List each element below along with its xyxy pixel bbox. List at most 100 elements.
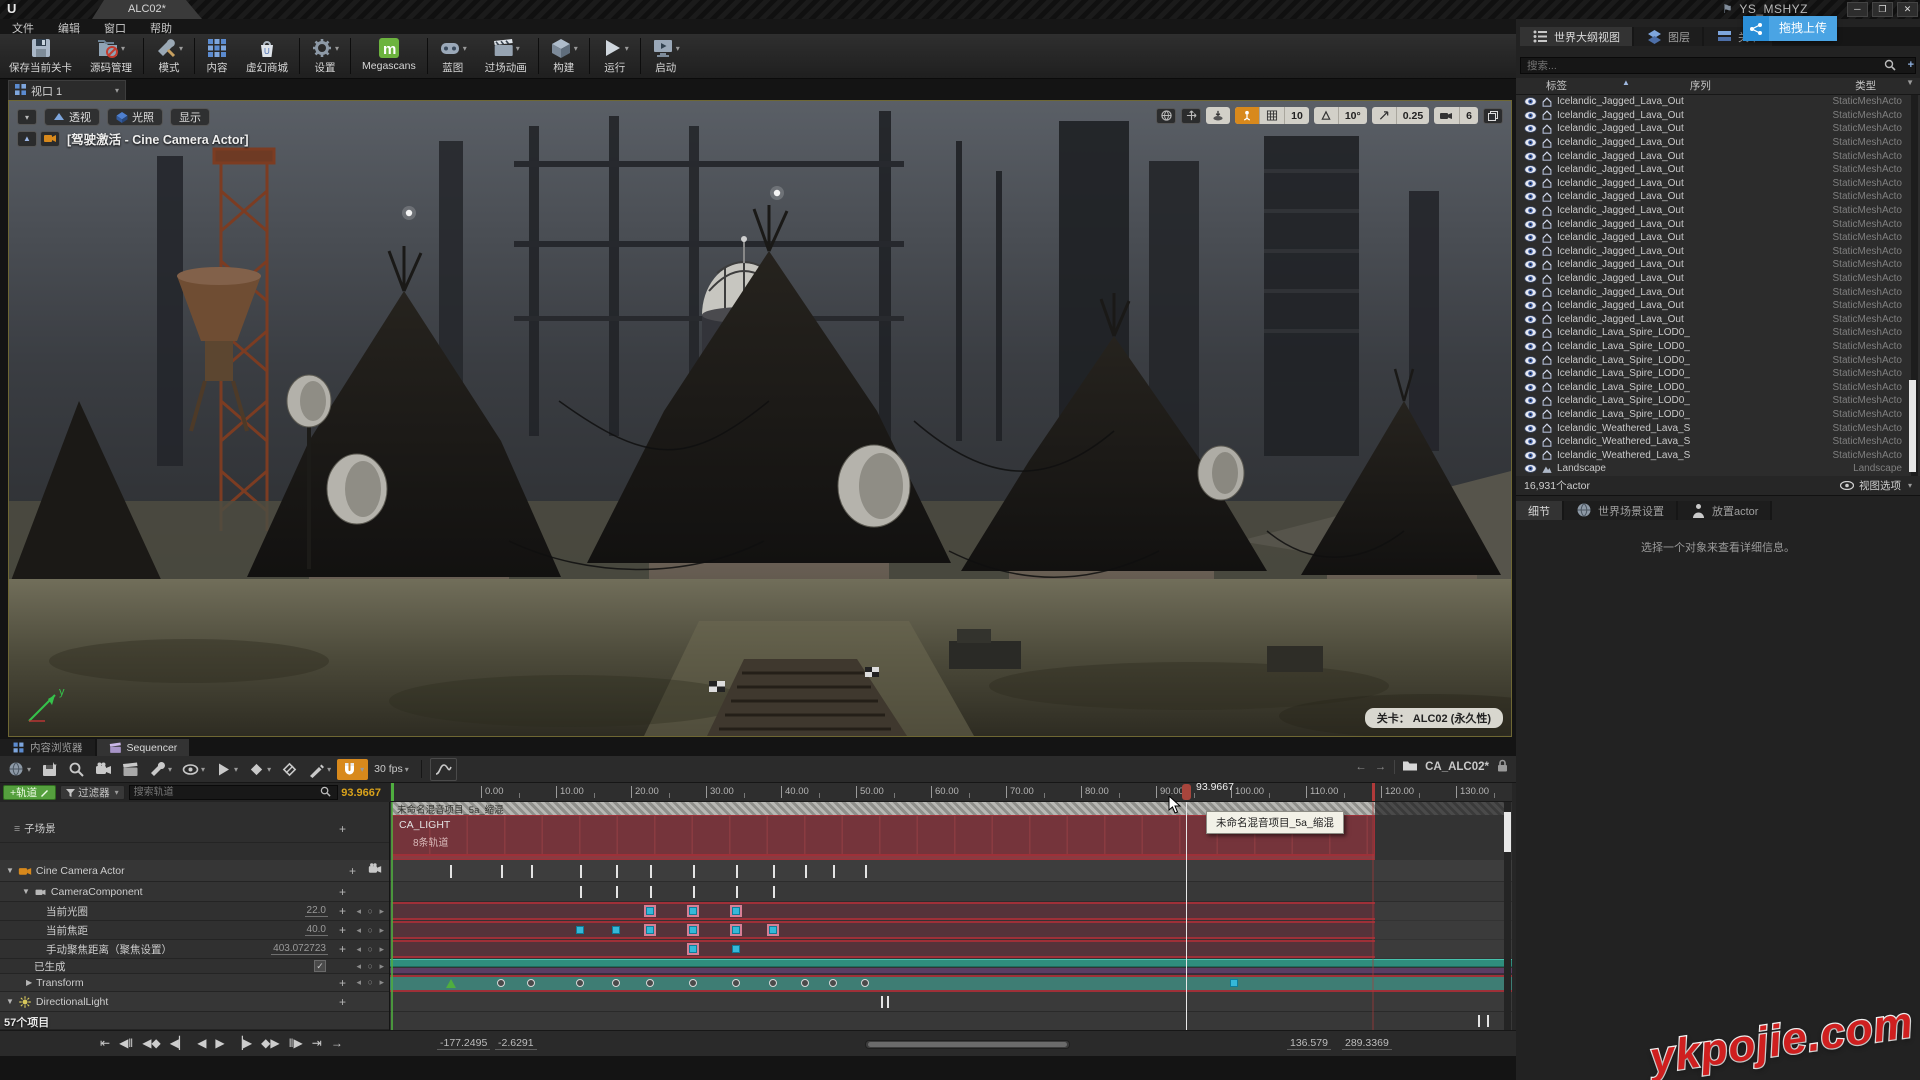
outliner-row[interactable]: Icelandic_Jagged_Lava_Out StaticMeshActo	[1516, 299, 1920, 313]
chevron-down-icon[interactable]: ▾	[574, 44, 578, 53]
outliner-row[interactable]: Landscape Landscape	[1516, 462, 1920, 476]
chevron-down-icon[interactable]: ▾	[625, 44, 629, 53]
outliner-row[interactable]: Icelandic_Jagged_Lava_Out StaticMeshActo	[1516, 190, 1920, 204]
toolbar-button-market[interactable]: U虚幻商城	[237, 34, 297, 78]
chevron-down-icon[interactable]: ▾	[676, 44, 680, 53]
world-space-icon[interactable]	[1156, 108, 1176, 124]
add-track-button[interactable]: +轨道	[3, 785, 56, 800]
seq-tool-eye[interactable]: ▾	[178, 759, 209, 780]
visibility-eye-icon[interactable]	[1524, 136, 1537, 149]
keyframe-tick[interactable]	[773, 865, 775, 878]
back-arrow-icon[interactable]: ←	[1355, 761, 1367, 773]
visibility-eye-icon[interactable]	[1524, 449, 1537, 462]
keyframe-tick[interactable]	[616, 886, 618, 898]
outliner-row[interactable]: Icelandic_Jagged_Lava_Out StaticMeshActo	[1516, 285, 1920, 299]
grid-icon[interactable]	[1259, 107, 1284, 124]
seq-tool-magnet[interactable]: ▾	[337, 759, 368, 780]
visibility-eye-icon[interactable]	[1524, 218, 1537, 231]
track-aperture[interactable]: 当前光圈22.0+◂ ○ ▸	[0, 902, 390, 921]
keyframe-tick[interactable]	[881, 996, 883, 1008]
seq-tool-curve-editor[interactable]	[430, 758, 457, 781]
visibility-eye-icon[interactable]	[1524, 122, 1537, 135]
visibility-eye-icon[interactable]	[1524, 340, 1537, 353]
outliner-row[interactable]: Icelandic_Jagged_Lava_Out StaticMeshActo	[1516, 204, 1920, 218]
outliner-row[interactable]: Icelandic_Jagged_Lava_Out StaticMeshActo	[1516, 109, 1920, 123]
transform-row[interactable]	[390, 975, 1512, 992]
keyframe-key[interactable]	[689, 907, 697, 915]
add-icon[interactable]: +	[339, 923, 346, 937]
outliner-row[interactable]: Icelandic_Jagged_Lava_Out StaticMeshActo	[1516, 258, 1920, 272]
camera-cuts-row[interactable]	[390, 860, 1512, 882]
add-icon[interactable]: +	[339, 904, 346, 918]
drag-upload-badge[interactable]: 拖拽上传	[1743, 16, 1837, 41]
transport-prev-frame[interactable]: ◀▏	[170, 1036, 188, 1050]
visibility-eye-icon[interactable]	[1524, 299, 1537, 312]
keyframe-tick[interactable]	[450, 865, 452, 878]
outliner-row[interactable]: Icelandic_Jagged_Lava_Out StaticMeshActo	[1516, 231, 1920, 245]
translate-snap-button[interactable]	[1235, 107, 1259, 124]
angle-snap-value[interactable]: 10°	[1338, 107, 1367, 124]
outliner-scroll-thumb[interactable]	[1909, 380, 1916, 472]
keyframe-tick[interactable]	[693, 865, 695, 878]
chevron-down-icon[interactable]: ▾	[516, 44, 520, 53]
keyframe-circle[interactable]	[646, 979, 654, 987]
transport-jump-to-front[interactable]: ⇤	[100, 1036, 110, 1050]
lock-icon[interactable]	[1497, 759, 1508, 775]
toolbar-button-clapper[interactable]: ▾过场动画	[476, 34, 536, 78]
keyframe-circle[interactable]	[576, 979, 584, 987]
outliner-row[interactable]: Icelandic_Jagged_Lava_Out StaticMeshActo	[1516, 177, 1920, 191]
visibility-eye-icon[interactable]	[1524, 245, 1537, 258]
keyframe-key[interactable]	[576, 926, 584, 934]
toolbar-button-floppy[interactable]: 保存当前关卡	[0, 34, 81, 78]
key-nav[interactable]: ◂ ○ ▸	[357, 944, 386, 955]
visibility-eye-icon[interactable]	[1524, 109, 1537, 122]
track-dirlight[interactable]: ▼DirectionalLight+	[0, 992, 390, 1012]
track-focal[interactable]: 当前焦距40.0+◂ ○ ▸	[0, 921, 390, 940]
keyframe-key[interactable]	[769, 926, 777, 934]
maximize-viewport-icon[interactable]	[1483, 108, 1503, 124]
visibility-eye-icon[interactable]	[1524, 163, 1537, 176]
keyframe-key[interactable]	[612, 926, 620, 934]
add-icon[interactable]: +	[339, 942, 346, 956]
column-label[interactable]: 标签	[1516, 78, 1636, 94]
outliner-tab-图层[interactable]: 图层	[1634, 27, 1702, 46]
sequencer-tab-Sequencer[interactable]: Sequencer	[97, 739, 190, 756]
sequencer-tab-内容浏览器[interactable]: 内容浏览器	[0, 739, 95, 756]
chevron-down-icon[interactable]: ▾	[335, 44, 339, 53]
section-start-triangle[interactable]	[446, 979, 456, 988]
transport-next-frame[interactable]: ▕▶	[234, 1036, 252, 1050]
viewport[interactable]: ▾ 透视 光照 显示 ▲ [驾驶激活 - Cine Camera Actor]	[8, 100, 1512, 737]
keyframe-tick[interactable]	[887, 996, 889, 1008]
perspective-button[interactable]: 透视	[44, 108, 100, 126]
focal-row-section[interactable]	[392, 921, 1375, 939]
keyframe-tick[interactable]	[616, 865, 618, 878]
add-icon[interactable]: +	[339, 976, 346, 990]
keyframe-tick[interactable]	[580, 886, 582, 898]
playback-range-end[interactable]	[1372, 783, 1375, 802]
column-type[interactable]: 类型	[1855, 78, 1876, 94]
track-subscenes[interactable]: ≡子场景+	[0, 815, 390, 843]
keyframe-tick[interactable]	[1478, 1015, 1480, 1027]
outliner-row[interactable]: Icelandic_Jagged_Lava_Out StaticMeshActo	[1516, 217, 1920, 231]
keyframe-key[interactable]	[689, 945, 697, 953]
keyframe-tick[interactable]	[501, 865, 503, 878]
keyframe-area[interactable]: 未命名混音项目_5a_缩混CA_LIGHT8条轨道	[390, 802, 1512, 1030]
seq-tool-diamond[interactable]: ▾	[244, 759, 275, 780]
working-range-start[interactable]: -177.2495	[437, 1037, 490, 1050]
outliner-row[interactable]: Icelandic_Lava_Spire_LOD0_ StaticMeshAct…	[1516, 394, 1920, 408]
view-range-end[interactable]: 136.579	[1287, 1037, 1331, 1050]
viewport-tab[interactable]: 视口 1 ▾	[8, 80, 126, 100]
visibility-eye-icon[interactable]	[1524, 258, 1537, 271]
type-filter-icon[interactable]: ▼	[1906, 78, 1914, 94]
focus-value[interactable]: 403.072723	[271, 943, 328, 955]
visibility-eye-icon[interactable]	[1524, 190, 1537, 203]
transport-next-key[interactable]: ◆▶	[261, 1036, 279, 1050]
scale-snap-icon[interactable]	[1372, 107, 1396, 124]
toolbar-button-content[interactable]: 内容	[197, 34, 237, 78]
outliner-scrollbar[interactable]	[1911, 95, 1918, 476]
add-icon[interactable]: +	[339, 822, 346, 836]
outliner-row[interactable]: Icelandic_Jagged_Lava_Out StaticMeshActo	[1516, 95, 1920, 109]
camera-speed-icon[interactable]	[1434, 107, 1459, 124]
outliner-tab-世界大纲视图[interactable]: 世界大纲视图	[1520, 27, 1632, 46]
seq-tool-wrench[interactable]: ▾	[145, 759, 176, 780]
